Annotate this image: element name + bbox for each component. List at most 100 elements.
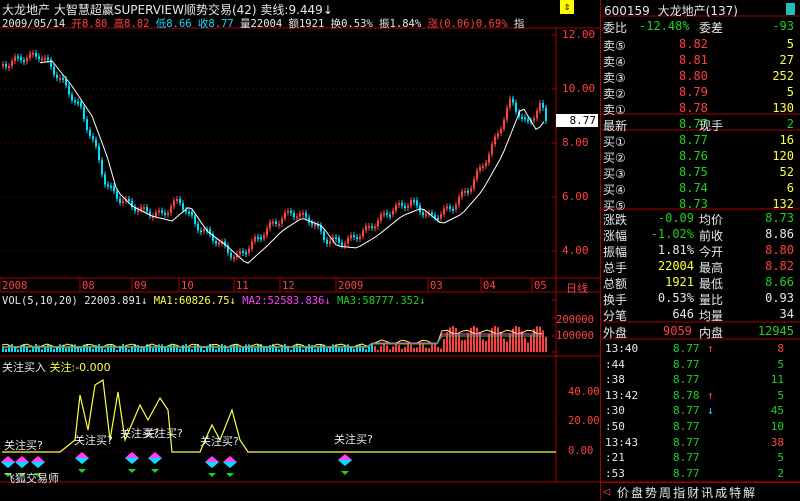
candle <box>536 110 538 119</box>
candle <box>104 174 106 185</box>
candle <box>377 220 379 227</box>
bid-price[interactable]: 8.76 <box>679 149 708 163</box>
candle <box>179 198 181 204</box>
candle <box>338 237 340 243</box>
candle <box>296 216 298 219</box>
tick-price: 8.77 <box>673 373 700 387</box>
volume-bar <box>290 349 292 352</box>
tab-4[interactable]: 指 <box>673 484 685 501</box>
time-axis-label: 2008 <box>2 280 28 292</box>
weicha-value: -93 <box>772 19 794 33</box>
ask-price[interactable]: 8.80 <box>679 69 708 83</box>
price-axis-label: 12.00 <box>562 28 596 41</box>
stat-value: 1921 <box>665 275 694 289</box>
candle <box>146 207 148 212</box>
candle <box>359 236 361 240</box>
scroll-icon[interactable] <box>786 3 795 15</box>
candle <box>458 196 460 205</box>
candle <box>464 190 466 193</box>
volume-bar <box>329 347 331 352</box>
volume-bar <box>359 344 361 352</box>
ask-price[interactable]: 8.82 <box>679 37 708 51</box>
candle <box>29 53 31 58</box>
volume-bar <box>263 346 265 352</box>
candle <box>182 203 184 210</box>
tick-time: :21 <box>605 451 625 465</box>
signal-label: 关注买? <box>144 427 183 440</box>
candle <box>155 212 157 216</box>
volume-bar <box>152 348 154 352</box>
lock-icon[interactable]: ⇕ <box>560 0 574 14</box>
tab-7[interactable]: 成 <box>715 484 727 501</box>
volume-bar <box>284 344 286 352</box>
ask-price[interactable]: 8.81 <box>679 53 708 67</box>
tab-2[interactable]: 势 <box>645 484 657 501</box>
candle <box>416 200 418 206</box>
tick-time: :30 <box>605 404 625 418</box>
candle <box>503 119 505 129</box>
candle <box>488 154 490 163</box>
volume-bar <box>185 344 187 352</box>
tab-left-arrow-icon[interactable]: ◁ <box>603 484 610 498</box>
volume-bar <box>170 344 172 352</box>
candle <box>506 107 508 120</box>
tick-vol: 5 <box>777 451 784 465</box>
tick-row: :38 8.77 11 <box>601 372 798 387</box>
volume-bar <box>182 345 184 352</box>
tab-5[interactable]: 财 <box>687 484 699 501</box>
volume-bar <box>278 349 280 352</box>
candle <box>362 230 364 237</box>
volume-bar <box>11 344 13 352</box>
ask-price[interactable]: 8.79 <box>679 85 708 99</box>
bid-price[interactable]: 8.75 <box>679 165 708 179</box>
volume-bar <box>347 344 349 352</box>
formula-name[interactable]: 大智慧超赢SUPERVIEW顺势交易(42) <box>54 3 257 17</box>
candle <box>194 215 196 224</box>
time-axis-label: 08 <box>82 280 95 292</box>
tick-price: 8.77 <box>673 342 700 355</box>
tick-row: :21 8.77 5 <box>601 450 798 465</box>
tab-6[interactable]: 讯 <box>701 484 713 501</box>
time-axis-label: 03 <box>430 280 443 292</box>
tick-row: :30 8.77 ↓ 45 <box>601 403 798 418</box>
candle <box>365 226 367 231</box>
volume-bar <box>221 344 223 352</box>
candle <box>287 210 289 213</box>
volume-bar <box>320 344 322 352</box>
tab-8[interactable]: 特 <box>729 484 741 501</box>
candle <box>230 252 232 258</box>
volume-bar <box>236 344 238 352</box>
candle <box>113 186 115 192</box>
vol-ma1: MA1:60826.75 <box>153 295 230 307</box>
candle <box>257 236 259 239</box>
signal-label: 关注买? <box>200 435 239 448</box>
bid-price[interactable]: 8.77 <box>679 133 708 147</box>
candle <box>26 57 28 62</box>
candle <box>218 242 220 245</box>
candle <box>461 191 463 197</box>
ask-price[interactable]: 8.78 <box>679 101 708 115</box>
bid-vol: 132 <box>772 197 794 211</box>
volume-bar <box>254 348 256 352</box>
current-label: 现手 <box>699 119 724 133</box>
candle <box>392 210 394 215</box>
volume-bar <box>314 348 316 352</box>
candle <box>197 223 199 231</box>
signal-label: 关注买? <box>74 434 113 447</box>
high: 高8.82 <box>113 18 150 30</box>
tab-9[interactable]: 解 <box>743 484 755 501</box>
candle <box>479 166 481 171</box>
bid-price[interactable]: 8.74 <box>679 181 708 195</box>
time-axis-label: 09 <box>134 280 147 292</box>
tab-3[interactable]: 周 <box>659 484 671 501</box>
stat-row: 总额 1921 最低 8.66 <box>601 274 798 291</box>
tick-vol: 45 <box>770 404 784 418</box>
quote-stock-name: 大龙地产 <box>657 4 706 18</box>
candle <box>527 119 529 122</box>
tab-0[interactable]: 价 <box>617 484 629 501</box>
tab-1[interactable]: 盘 <box>631 484 643 501</box>
current-price-marker: 8.77 <box>556 114 598 127</box>
bid-price[interactable]: 8.73 <box>679 197 708 211</box>
candle <box>452 208 454 211</box>
candle <box>491 144 493 155</box>
